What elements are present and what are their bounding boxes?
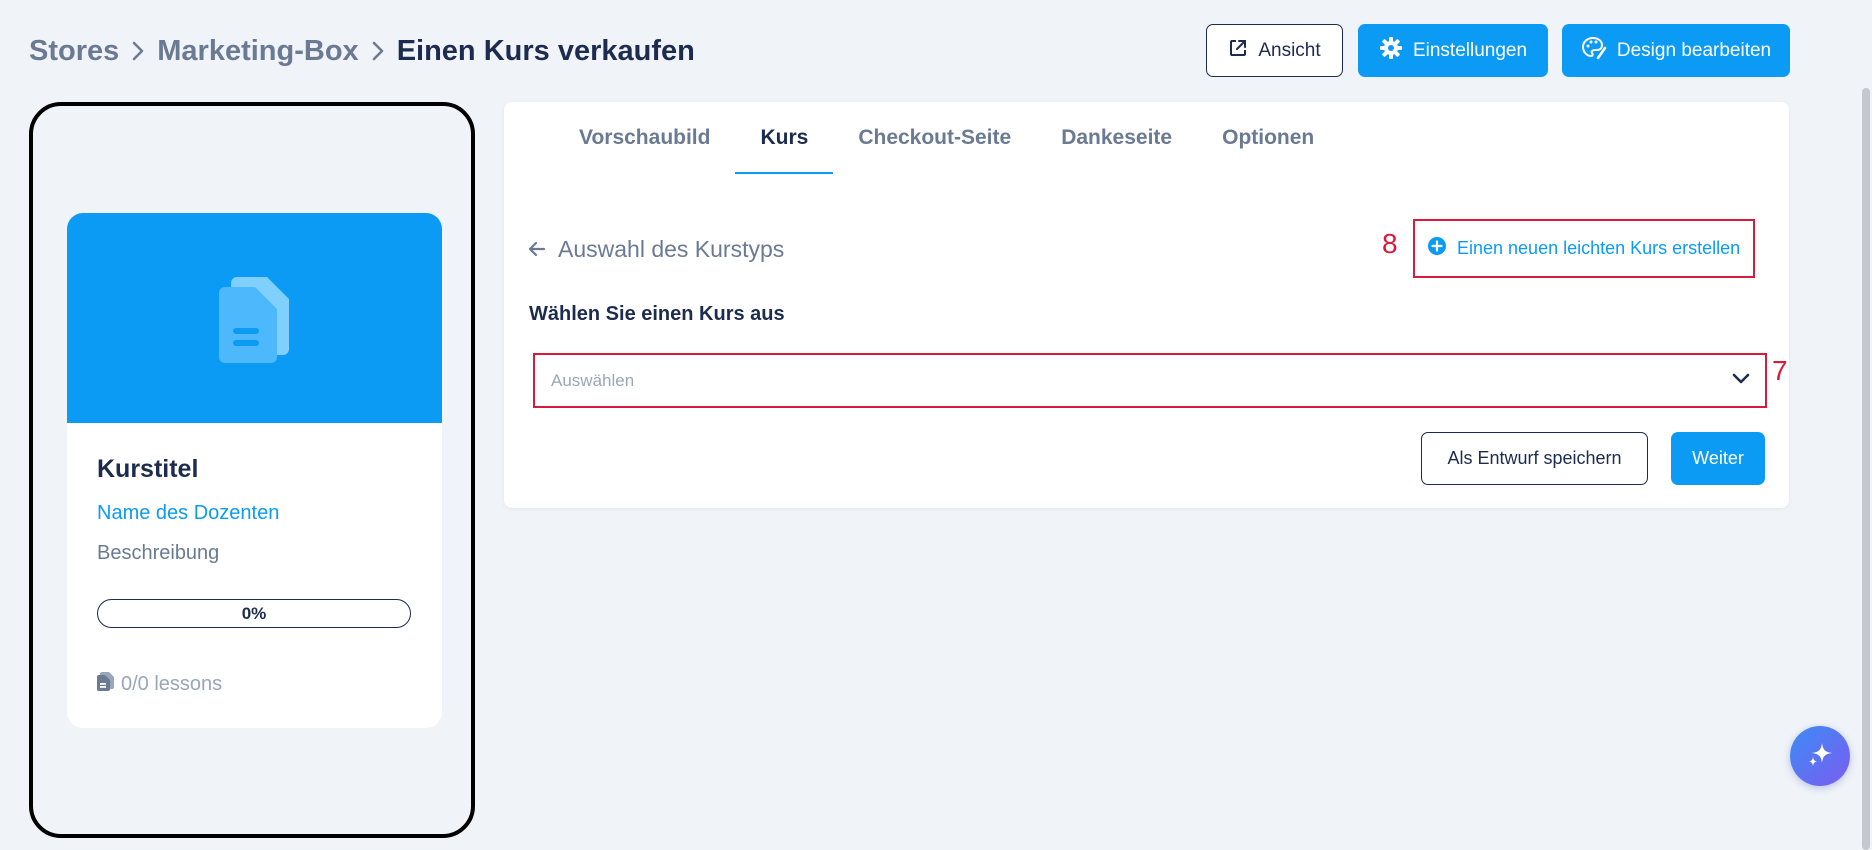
lessons-count: 0/0 lessons: [97, 671, 222, 697]
gear-icon: [1379, 36, 1403, 66]
select-course-label: Wählen Sie einen Kurs aus: [529, 303, 785, 325]
document-icon: [97, 671, 115, 697]
course-hero-image: [67, 213, 442, 423]
document-icon: [215, 275, 293, 370]
view-button[interactable]: Ansicht: [1206, 24, 1343, 77]
tab-options[interactable]: Optionen: [1197, 102, 1339, 174]
teacher-name: Name des Dozenten: [97, 502, 280, 524]
ai-assistant-button[interactable]: [1790, 726, 1850, 786]
next-button[interactable]: Weiter: [1671, 432, 1765, 485]
edit-design-button[interactable]: Design bearbeiten: [1562, 24, 1790, 77]
back-to-course-type-link[interactable]: Auswahl des Kurstyps: [528, 236, 784, 263]
tab-checkout-page[interactable]: Checkout-Seite: [833, 102, 1036, 174]
scrollbar-thumb[interactable]: [1862, 88, 1870, 850]
create-link-label: Einen neuen leichten Kurs erstellen: [1457, 238, 1741, 258]
breadcrumb-item-stores[interactable]: Stores: [29, 35, 119, 68]
course-title: Kurstitel: [97, 455, 199, 483]
settings-button[interactable]: Einstellungen: [1358, 24, 1548, 77]
save-draft-button[interactable]: Als Entwurf speichern: [1421, 432, 1648, 485]
tab-preview-image[interactable]: Vorschaubild: [554, 102, 735, 174]
settings-button-label: Einstellungen: [1412, 39, 1528, 61]
annotation-marker-7: 7: [1772, 355, 1788, 386]
breadcrumb-item-marketing-box[interactable]: Marketing-Box: [157, 35, 358, 68]
tab-thank-you-page[interactable]: Dankeseite: [1036, 102, 1197, 174]
plus-circle-icon: [1427, 236, 1447, 261]
chevron-right-icon: [359, 39, 397, 63]
breadcrumb: Stores Marketing-Box Einen Kurs verkaufe…: [29, 28, 695, 74]
progress-bar: 0%: [97, 599, 411, 628]
palette-icon: [1581, 36, 1607, 66]
create-light-course-link[interactable]: Einen neuen leichten Kurs erstellen: [1413, 219, 1755, 278]
arrow-left-icon: [528, 236, 546, 263]
tab-bar: Vorschaubild Kurs Checkout-Seite Dankese…: [554, 102, 1339, 174]
main-panel: Vorschaubild Kurs Checkout-Seite Dankese…: [504, 102, 1789, 508]
tab-course[interactable]: Kurs: [735, 102, 834, 174]
lessons-label: 0/0 lessons: [121, 672, 223, 695]
back-link-label: Auswahl des Kurstyps: [558, 236, 785, 262]
chevron-right-icon: [119, 39, 157, 63]
course-select-placeholder: Auswählen: [551, 370, 635, 390]
course-select[interactable]: Auswählen: [533, 353, 1767, 408]
course-preview-card: Kurstitel Name des Dozenten Beschreibung…: [67, 213, 442, 728]
course-description: Beschreibung: [97, 542, 220, 564]
page-title: Einen Kurs verkaufen: [396, 34, 695, 67]
chevron-down-icon: [1731, 371, 1751, 391]
sparkle-icon: [1805, 739, 1835, 774]
view-button-label: Ansicht: [1258, 39, 1321, 61]
annotation-marker-8: 8: [1382, 228, 1398, 259]
external-link-icon: [1228, 38, 1248, 64]
edit-design-button-label: Design bearbeiten: [1616, 39, 1772, 61]
